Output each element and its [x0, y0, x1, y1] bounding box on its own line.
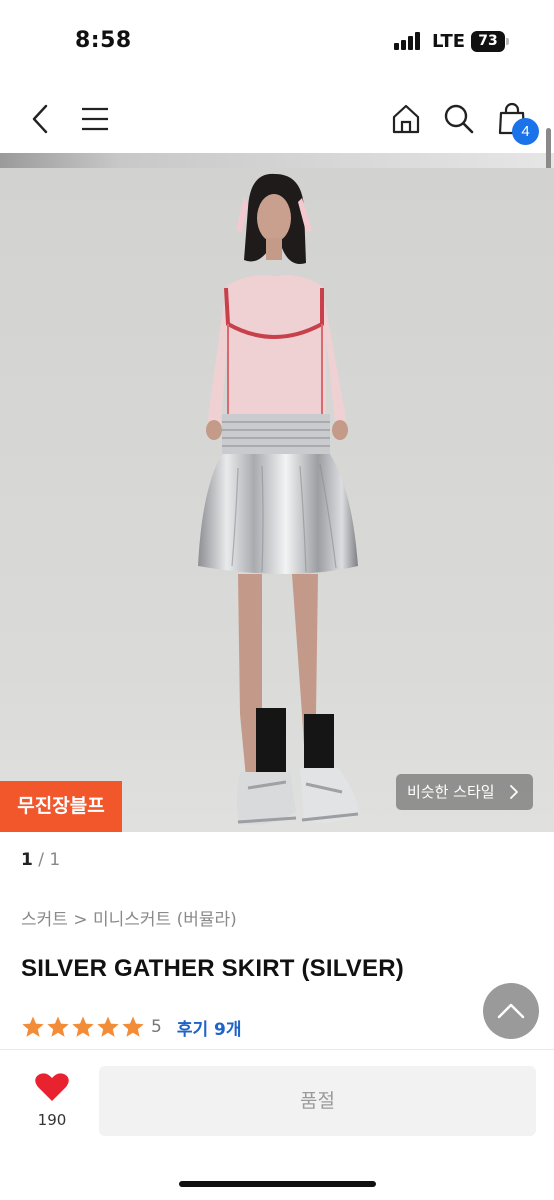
cart-count-badge: 4	[512, 118, 539, 145]
chevron-right-icon	[510, 785, 518, 799]
star-icon	[22, 1016, 44, 1037]
star-icon	[122, 1016, 144, 1037]
search-icon[interactable]	[439, 99, 479, 139]
status-bar: 8:58 LTE 73	[0, 0, 554, 84]
breadcrumb[interactable]: 스커트 > 미니스커트 (버뮬라)	[21, 905, 237, 930]
review-count-link[interactable]: 후기 9개	[177, 1015, 242, 1040]
soldout-button[interactable]: 품절	[99, 1066, 536, 1136]
like-count: 190	[37, 1111, 67, 1129]
pager-separator: /	[38, 850, 44, 870]
top-nav	[0, 84, 554, 154]
home-icon[interactable]	[386, 99, 426, 139]
back-icon[interactable]	[20, 99, 60, 139]
signal-icon	[394, 32, 424, 50]
product-title: SILVER GATHER SKIRT (SILVER)	[21, 955, 404, 982]
menu-icon[interactable]	[75, 99, 115, 139]
image-scroll-track	[0, 153, 554, 168]
star-icon	[97, 1016, 119, 1037]
similar-style-button[interactable]: 비슷한 스타일	[396, 774, 533, 810]
similar-style-label: 비슷한 스타일	[407, 783, 495, 801]
exclusive-badge: 무진장블프	[0, 781, 122, 832]
home-indicator	[179, 1181, 376, 1187]
star-icon	[72, 1016, 94, 1037]
network-type: LTE	[432, 31, 466, 52]
status-time: 8:58	[75, 28, 132, 53]
heart-icon	[35, 1073, 69, 1101]
pager-total: 1	[49, 850, 61, 870]
battery-icon: 73	[471, 31, 509, 52]
battery-level: 73	[471, 31, 505, 52]
scroll-to-top-button[interactable]	[483, 983, 539, 1039]
rating-row: 5 후기 9개	[21, 1013, 242, 1041]
image-pager: 1 / 1	[21, 850, 60, 870]
star-icon	[47, 1016, 69, 1037]
chevron-up-icon	[497, 1003, 525, 1019]
pager-current: 1	[21, 850, 33, 870]
product-image[interactable]	[0, 168, 554, 832]
rating-value: 5	[151, 1017, 162, 1037]
rating-stars	[21, 1015, 146, 1039]
